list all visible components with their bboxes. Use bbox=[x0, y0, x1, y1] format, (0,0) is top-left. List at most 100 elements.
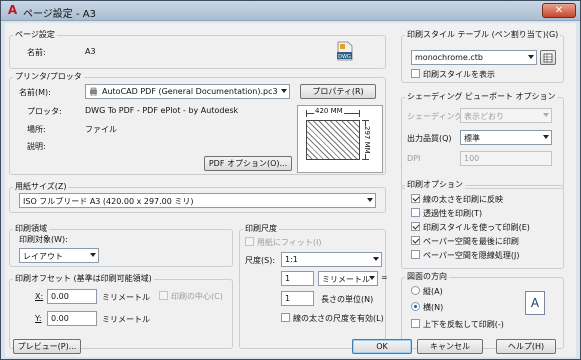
quality-value: 標準 bbox=[464, 134, 480, 143]
plot-with-styles-label: 印刷スタイルを使って印刷(E) bbox=[423, 223, 530, 232]
display-plot-styles-label: 印刷スタイルを表示 bbox=[423, 70, 495, 79]
page-setup-name-label: 名前: bbox=[27, 48, 46, 57]
preview-button[interactable]: プレビュー(P)... bbox=[13, 339, 81, 354]
offset-x-unit: ミリメートル bbox=[102, 293, 150, 302]
shaded-viewport-label: シェーディング ビューポート オプション bbox=[405, 91, 558, 102]
display-plot-styles-checkbox[interactable] bbox=[411, 69, 420, 78]
landscape-radio[interactable] bbox=[411, 302, 420, 311]
portrait-radio[interactable] bbox=[411, 286, 420, 295]
location-label: 場所: bbox=[27, 125, 46, 134]
chevron-down-icon bbox=[367, 198, 373, 202]
paper-size-value: ISO フルブリード A3 (420.00 x 297.00 ミリ) bbox=[23, 197, 194, 206]
paperspace-last-checkbox[interactable] bbox=[411, 236, 420, 245]
offset-y-label: Y: bbox=[35, 314, 42, 323]
center-plot-label: 印刷の中心(C) bbox=[171, 292, 223, 301]
close-button[interactable]: ✕ bbox=[542, 3, 576, 18]
pdf-options-button[interactable]: PDF オプション(O)... bbox=[204, 156, 292, 171]
quality-dropdown[interactable]: 標準 bbox=[460, 130, 552, 145]
chevron-down-icon bbox=[543, 113, 549, 117]
chevron-down-icon bbox=[528, 55, 534, 59]
table-edit-icon bbox=[543, 53, 553, 63]
description-label: 説明: bbox=[27, 142, 46, 151]
paper-height-label: 297 MM bbox=[363, 126, 371, 154]
paper-width-label: 420 MM bbox=[314, 107, 344, 115]
plot-style-label: 印刷スタイル テーブル (ペン割り当て)(G) bbox=[405, 29, 561, 40]
orientation-label: 図面の方向 bbox=[405, 271, 449, 282]
plot-lineweights-checkbox[interactable] bbox=[411, 194, 420, 203]
printer-name-label: 名前(M): bbox=[19, 88, 51, 97]
paper-size-label: 用紙サイズ(Z) bbox=[13, 181, 69, 192]
plot-style-dropdown[interactable]: monochrome.ctb bbox=[411, 50, 537, 65]
edit-plot-style-button[interactable] bbox=[540, 50, 556, 65]
printer-name-dropdown[interactable]: AutoCAD PDF (General Documentation).pc3 bbox=[85, 84, 290, 99]
hide-paperspace-checkbox[interactable] bbox=[411, 250, 420, 259]
cancel-button[interactable]: キャンセル bbox=[417, 339, 483, 354]
offset-x-input[interactable]: 0.00 bbox=[47, 289, 97, 304]
plot-style-value: monochrome.ctb bbox=[415, 53, 483, 62]
chevron-down-icon bbox=[90, 253, 96, 257]
plot-what-value: レイアウト bbox=[23, 252, 63, 261]
scale-units-dropdown[interactable]: ミリメートル bbox=[318, 271, 378, 286]
scale-units-value: ミリメートル bbox=[322, 275, 370, 284]
plot-lineweights-label: 線の太さを印刷に反映 bbox=[423, 195, 503, 204]
chevron-down-icon bbox=[543, 135, 549, 139]
plot-transparency-checkbox[interactable] bbox=[411, 208, 420, 217]
plotter-label: プロッタ: bbox=[27, 107, 62, 116]
autocad-logo-icon: A bbox=[7, 3, 18, 17]
paper-preview: 420 MM 297 MM bbox=[297, 105, 383, 173]
paperspace-last-label: ペーパー空間を最後に印刷 bbox=[423, 237, 519, 246]
dpi-input[interactable]: 100 bbox=[460, 151, 552, 166]
shade-plot-dropdown[interactable]: 表示どおり bbox=[460, 108, 552, 123]
dwg-icon-text: DWG bbox=[338, 54, 351, 60]
orientation-preview-icon: A bbox=[525, 291, 545, 315]
dpi-label: DPI bbox=[407, 154, 421, 163]
plot-what-label: 印刷対象(W): bbox=[19, 235, 68, 244]
upside-down-label: 上下を反転して印刷(-) bbox=[423, 320, 504, 329]
landscape-label: 横(N) bbox=[423, 303, 444, 312]
plot-scale-label: 印刷尺度 bbox=[243, 223, 279, 234]
paper-preview-sheet bbox=[306, 120, 360, 160]
scale-value: 1:1 bbox=[285, 255, 298, 264]
scale-lineweights-checkbox[interactable] bbox=[281, 313, 290, 322]
page-setup-group bbox=[9, 35, 386, 69]
portrait-label: 縦(A) bbox=[423, 287, 443, 296]
upside-down-checkbox[interactable] bbox=[411, 319, 420, 328]
ok-button[interactable]: OK bbox=[352, 339, 412, 354]
plot-what-dropdown[interactable]: レイアウト bbox=[19, 248, 99, 263]
chevron-down-icon bbox=[369, 276, 375, 280]
plotter-icon bbox=[89, 87, 98, 97]
location-value: ファイル bbox=[85, 125, 117, 134]
shade-plot-value: 表示どおり bbox=[464, 112, 504, 121]
plot-options-label: 印刷オプション bbox=[405, 179, 465, 190]
scale-denominator-input[interactable]: 1 bbox=[281, 291, 314, 306]
printer-group-label: プリンタ/プロッタ bbox=[13, 71, 84, 82]
scale-lineweights-label: 線の太さの尺度を有効(L) bbox=[293, 314, 384, 323]
offset-y-input[interactable]: 0.00 bbox=[47, 311, 97, 326]
plot-with-styles-checkbox[interactable] bbox=[411, 222, 420, 231]
printer-name-value: AutoCAD PDF (General Documentation).pc3 bbox=[102, 87, 278, 96]
paper-size-dropdown[interactable]: ISO フルブリード A3 (420.00 x 297.00 ミリ) bbox=[19, 193, 376, 208]
fit-to-paper-label: 用紙にフィット(I) bbox=[257, 238, 322, 247]
units-label: 長さの単位(N) bbox=[321, 295, 374, 304]
properties-button[interactable]: プロパティ(R) bbox=[300, 84, 376, 99]
window-title: ページ設定 - A3 bbox=[23, 9, 96, 20]
plot-area-label: 印刷領域 bbox=[13, 223, 49, 234]
dialog-client: ページ設定 名前: A3 DWG プリンタ/プロッタ 名前(M): AutoCA… bbox=[5, 23, 576, 357]
scale-dropdown[interactable]: 1:1 bbox=[281, 252, 382, 267]
page-setup-label: ページ設定 bbox=[13, 29, 57, 40]
plotter-value: DWG To PDF - PDF ePlot - by Autodesk bbox=[85, 106, 239, 115]
offset-y-unit: ミリメートル bbox=[102, 315, 150, 324]
hide-paperspace-label: ペーパー空間を隠線処理(J) bbox=[423, 251, 520, 260]
help-button[interactable]: ヘルプ(H) bbox=[496, 339, 556, 354]
dwg-file-icon: DWG bbox=[335, 41, 355, 61]
plot-transparency-label: 透過性を印刷(T) bbox=[423, 209, 483, 218]
title-bar: A ページ設定 - A3 ✕ bbox=[1, 1, 580, 21]
page-setup-dialog: A ページ設定 - A3 ✕ ページ設定 名前: A3 DWG プリンタ/プロッ… bbox=[0, 0, 581, 360]
plot-offset-label: 印刷オフセット (基準は印刷可能領域) bbox=[13, 273, 154, 284]
scale-numerator-input[interactable]: 1 bbox=[281, 271, 314, 286]
chevron-down-icon bbox=[281, 89, 287, 93]
center-plot-checkbox[interactable] bbox=[159, 291, 168, 300]
chevron-down-icon bbox=[373, 257, 379, 261]
quality-label: 出力品質(Q) bbox=[407, 134, 452, 143]
fit-to-paper-checkbox[interactable] bbox=[245, 237, 254, 246]
